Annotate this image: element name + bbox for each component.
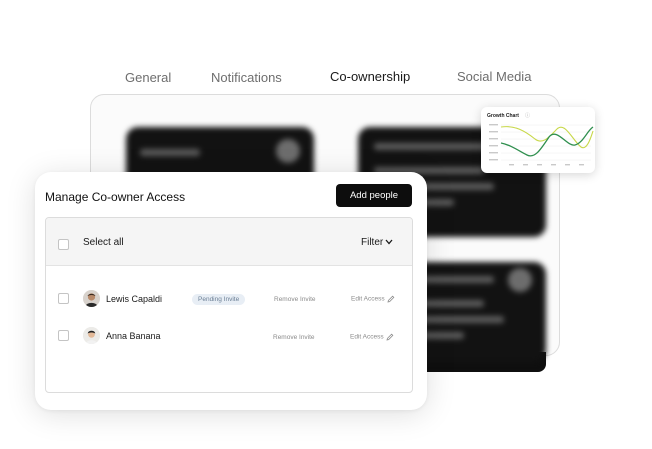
filter-label: Filter: [361, 237, 384, 248]
info-icon[interactable]: ⓘ: [525, 112, 530, 119]
tab-social-media[interactable]: Social Media: [457, 69, 531, 84]
tab-notifications[interactable]: Notifications: [211, 70, 282, 85]
co-ownership-settings-screen: General Notifications Co-ownership Socia…: [0, 0, 652, 449]
growth-chart-card: Growth Chart ⓘ: [481, 107, 595, 173]
edit-access-link[interactable]: Edit Access: [350, 333, 394, 341]
chart-x-ticks: [509, 164, 584, 166]
row-checkbox[interactable]: [58, 330, 69, 341]
chart-series-line-dark: [500, 126, 594, 157]
tab-co-ownership[interactable]: Co-ownership: [330, 69, 410, 84]
co-owner-table: Select all Filter Lewis Capaldi Pending …: [45, 217, 413, 393]
table-header: Select all Filter: [46, 218, 412, 266]
settings-tabs: General Notifications Co-ownership Socia…: [0, 68, 652, 90]
select-all-checkbox[interactable]: [58, 239, 69, 250]
edit-access-link[interactable]: Edit Access: [351, 295, 395, 303]
table-row: Anna Banana Remove Invite Edit Access: [46, 321, 412, 351]
table-row: Lewis Capaldi Pending Invite Remove Invi…: [46, 284, 412, 314]
add-people-button[interactable]: Add people: [336, 184, 412, 207]
growth-chart-title: Growth Chart: [487, 113, 519, 119]
manage-co-owner-modal: Manage Co-owner Access Add people Select…: [35, 172, 427, 410]
remove-invite-link[interactable]: Remove Invite: [274, 296, 316, 303]
pencil-icon: [387, 295, 394, 303]
edit-access-label: Edit Access: [350, 333, 384, 341]
avatar: [83, 327, 100, 344]
avatar: [83, 290, 100, 307]
row-checkbox[interactable]: [58, 293, 69, 304]
chart-series-line-light: [500, 126, 594, 149]
pencil-icon: [386, 333, 393, 341]
tab-general[interactable]: General: [125, 70, 171, 85]
select-all-label: Select all: [83, 237, 124, 248]
remove-invite-link[interactable]: Remove Invite: [273, 334, 315, 341]
status-badge: Pending Invite: [192, 294, 246, 305]
person-name: Anna Banana: [106, 331, 161, 341]
person-name: Lewis Capaldi: [106, 294, 163, 304]
chart-y-ticks: [489, 124, 498, 161]
edit-access-label: Edit Access: [351, 295, 385, 303]
chevron-down-icon: [385, 239, 393, 245]
filter-dropdown[interactable]: Filter: [361, 237, 393, 248]
modal-title: Manage Co-owner Access: [45, 190, 186, 204]
